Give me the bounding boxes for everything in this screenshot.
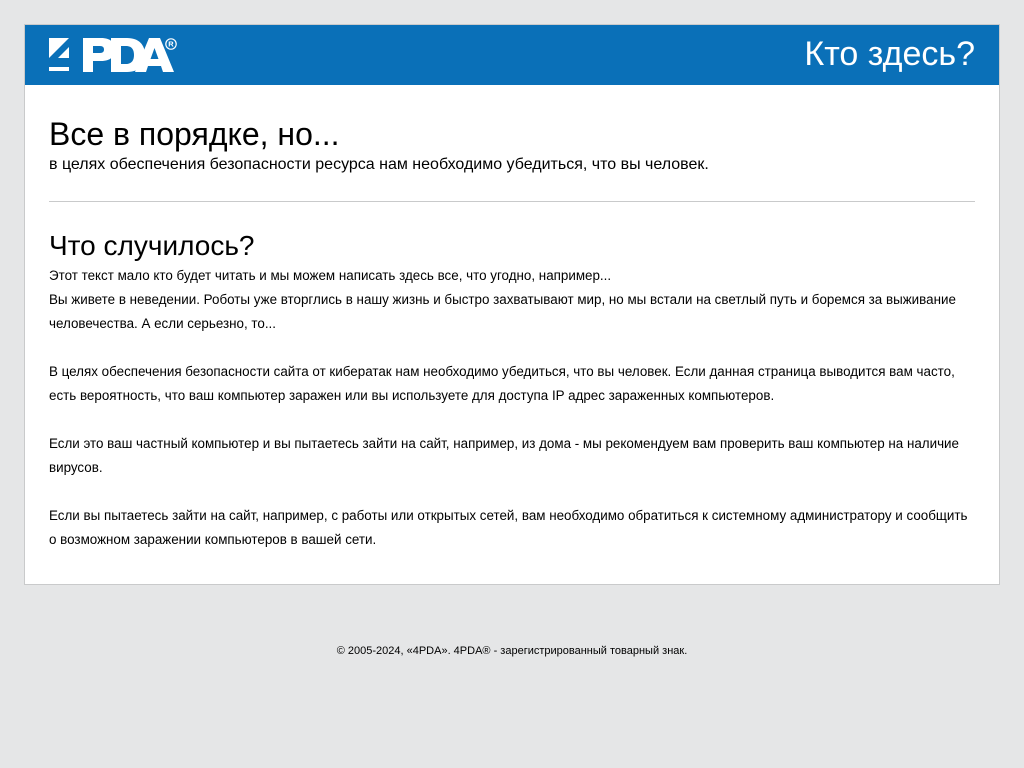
footer-copyright: © 2005-2024, «4PDA». 4PDA® - зарегистрир… (336, 645, 688, 657)
paragraph: Если вы пытаетесь зайти на сайт, наприме… (49, 508, 968, 547)
paragraph: Этот текст мало кто будет читать и мы мо… (49, 268, 612, 283)
paragraph: В целях обеспечения безопасности сайта о… (49, 364, 955, 403)
header-title: Кто здесь? (804, 35, 975, 73)
4pda-logo: R (49, 37, 179, 73)
explanation-text: Этот текст мало кто будет читать и мы мо… (49, 264, 975, 552)
main-content: Все в порядке, но... в целях обеспечения… (25, 85, 999, 552)
page-headline: Все в порядке, но... (49, 116, 340, 152)
section-title: Что случилось? (49, 230, 255, 261)
page-subline: в целях обеспечения безопасности ресурса… (49, 156, 709, 173)
paragraph: Вы живете в неведении. Роботы уже вторгл… (49, 292, 956, 331)
paragraph: Если это ваш частный компьютер и вы пыта… (49, 436, 959, 475)
header-bar: R Кто здесь? (25, 25, 999, 85)
svg-text:R: R (168, 40, 174, 49)
captcha-card: R Кто здесь? Все в порядке, но... в целя… (24, 24, 1000, 585)
